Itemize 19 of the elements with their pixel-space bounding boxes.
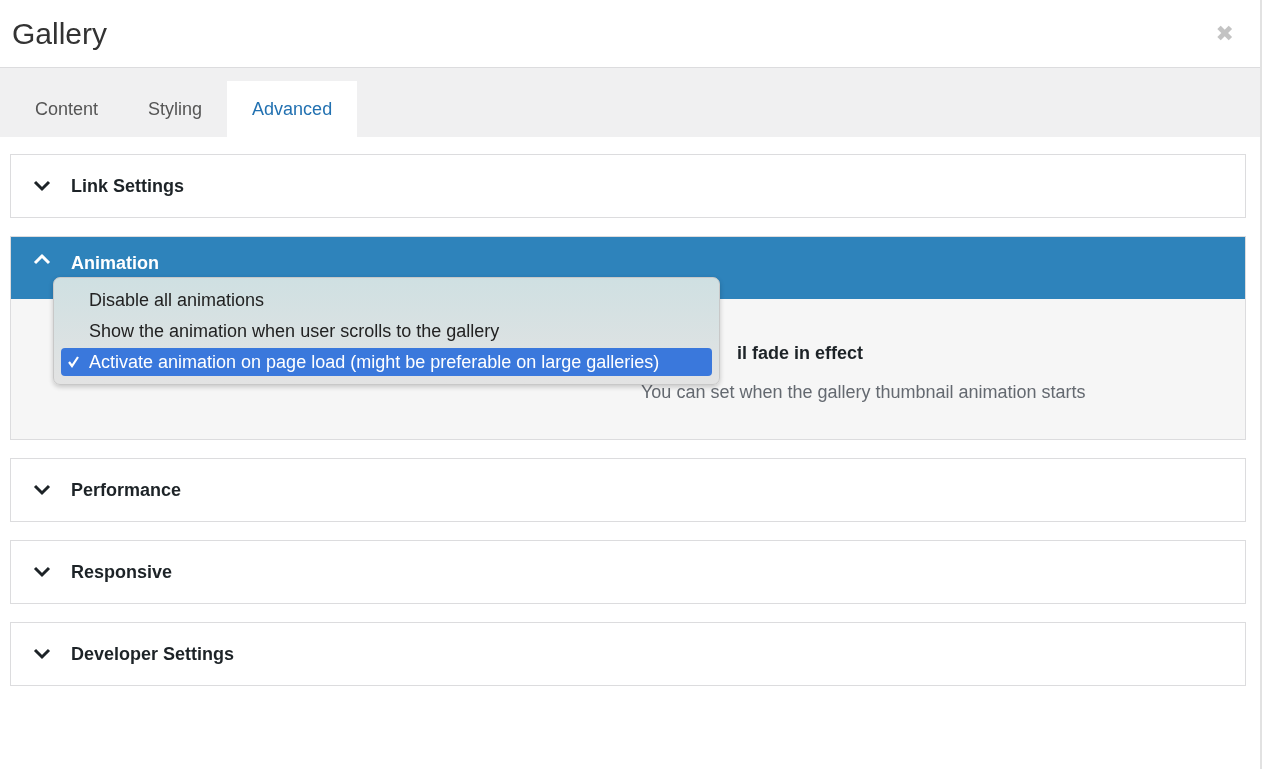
tab[interactable]: Content [10,81,124,137]
tab[interactable]: Advanced [227,81,358,137]
field-label: il fade in effect [737,343,865,364]
tab[interactable]: Styling [123,81,228,137]
chevron-up-icon [33,253,51,265]
section-title: Animation [71,253,159,274]
window-title: Gallery [12,16,108,51]
menu-item[interactable]: Activate animation on page load (might be preferable on large galleries) [61,348,712,376]
section-title: Developer Settings [71,643,235,665]
field-description: You can set when the gallery thumbnail animation starts [641,382,1087,403]
chevron-down-icon [33,180,51,192]
chevron-down-icon [33,484,51,496]
chevron-down-icon [33,566,51,578]
section-title: Performance [71,479,182,501]
check-icon [68,356,79,368]
section-title: Responsive [71,561,173,583]
chevron-down-icon [33,648,51,660]
section-title: Link Settings [71,175,184,197]
menu-item[interactable]: Show the animation when user scrolls to the gallery [61,317,712,345]
